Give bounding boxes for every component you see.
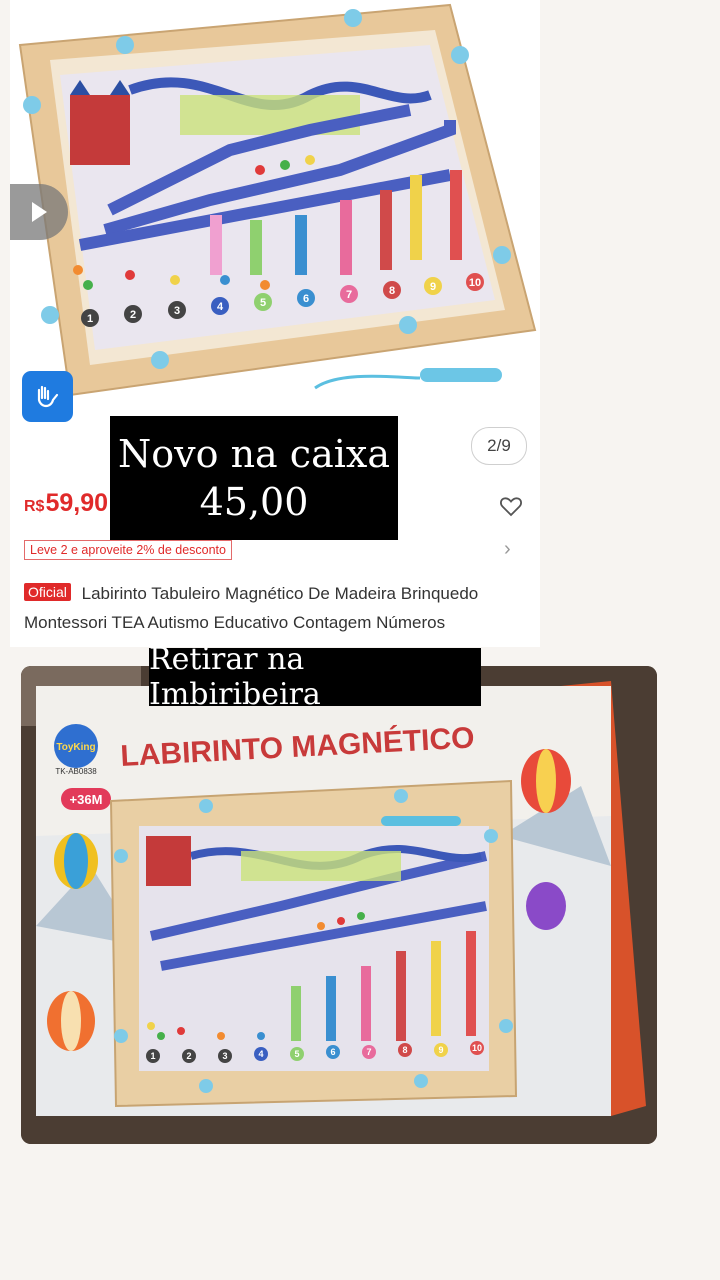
product-title: Oficial Labirinto Tabuleiro Magnético De… <box>24 578 534 637</box>
model-code: TK-AB0838 <box>55 767 97 776</box>
svg-text:8: 8 <box>389 285 395 297</box>
price-value: 59,90 <box>45 489 109 517</box>
svg-text:6: 6 <box>303 293 309 305</box>
product-title-text: Labirinto Tabuleiro Magnético De Madeira… <box>24 584 479 632</box>
price-overlay: Novo na caixa 45,00 <box>110 416 398 540</box>
svg-text:7: 7 <box>346 289 352 301</box>
svg-text:5: 5 <box>294 1049 299 1059</box>
old-price: R$ 59,90 <box>24 489 108 518</box>
svg-text:9: 9 <box>438 1045 443 1055</box>
product-photo: LABIRINTO MAGNÉTICO ToyKing TK-AB0838 +3… <box>21 666 657 1144</box>
svg-text:6: 6 <box>330 1047 335 1057</box>
svg-text:3: 3 <box>174 305 180 317</box>
svg-text:10: 10 <box>469 277 481 289</box>
product-image[interactable]: 1 2 3 4 5 6 7 8 9 10 <box>10 0 540 400</box>
svg-text:4: 4 <box>258 1049 263 1059</box>
image-page-indicator: 2/9 <box>471 427 527 465</box>
svg-text:2: 2 <box>186 1051 191 1061</box>
svg-text:1: 1 <box>150 1051 155 1061</box>
accessibility-button[interactable] <box>22 371 73 422</box>
promo-badge[interactable]: Leve 2 e aproveite 2% de desconto <box>24 540 232 560</box>
boxed-product-illustration: LABIRINTO MAGNÉTICO ToyKing TK-AB0838 +3… <box>21 666 657 1144</box>
svg-text:3: 3 <box>222 1051 227 1061</box>
maze-board-illustration: 1 2 3 4 5 6 7 8 9 10 <box>18 3 537 397</box>
svg-text:5: 5 <box>260 297 266 309</box>
svg-text:2: 2 <box>130 309 136 321</box>
svg-text:4: 4 <box>217 301 224 313</box>
heart-icon[interactable] <box>499 494 523 518</box>
product-card: 1 2 3 4 5 6 7 8 9 10 2/9 R$ 59,90 Leve 2… <box>10 0 540 647</box>
play-icon <box>32 202 47 222</box>
svg-text:10: 10 <box>472 1043 482 1053</box>
overlay-line-1: Novo na caixa <box>118 432 390 476</box>
overlay-price: 45,00 <box>199 480 309 524</box>
brand-logo: ToyKing <box>56 742 95 753</box>
sign-language-icon <box>37 385 58 407</box>
svg-text:9: 9 <box>430 281 436 293</box>
svg-text:8: 8 <box>402 1045 407 1055</box>
pickup-caption: Retirar na Imbiribeira <box>149 642 481 712</box>
currency-symbol: R$ <box>24 498 45 515</box>
board-number: 1 <box>87 313 93 325</box>
chevron-right-icon[interactable]: › <box>504 538 511 561</box>
svg-text:7: 7 <box>366 1047 371 1057</box>
age-badge: +36M <box>70 792 103 807</box>
play-video-button[interactable] <box>10 184 68 240</box>
official-badge: Oficial <box>24 583 71 601</box>
